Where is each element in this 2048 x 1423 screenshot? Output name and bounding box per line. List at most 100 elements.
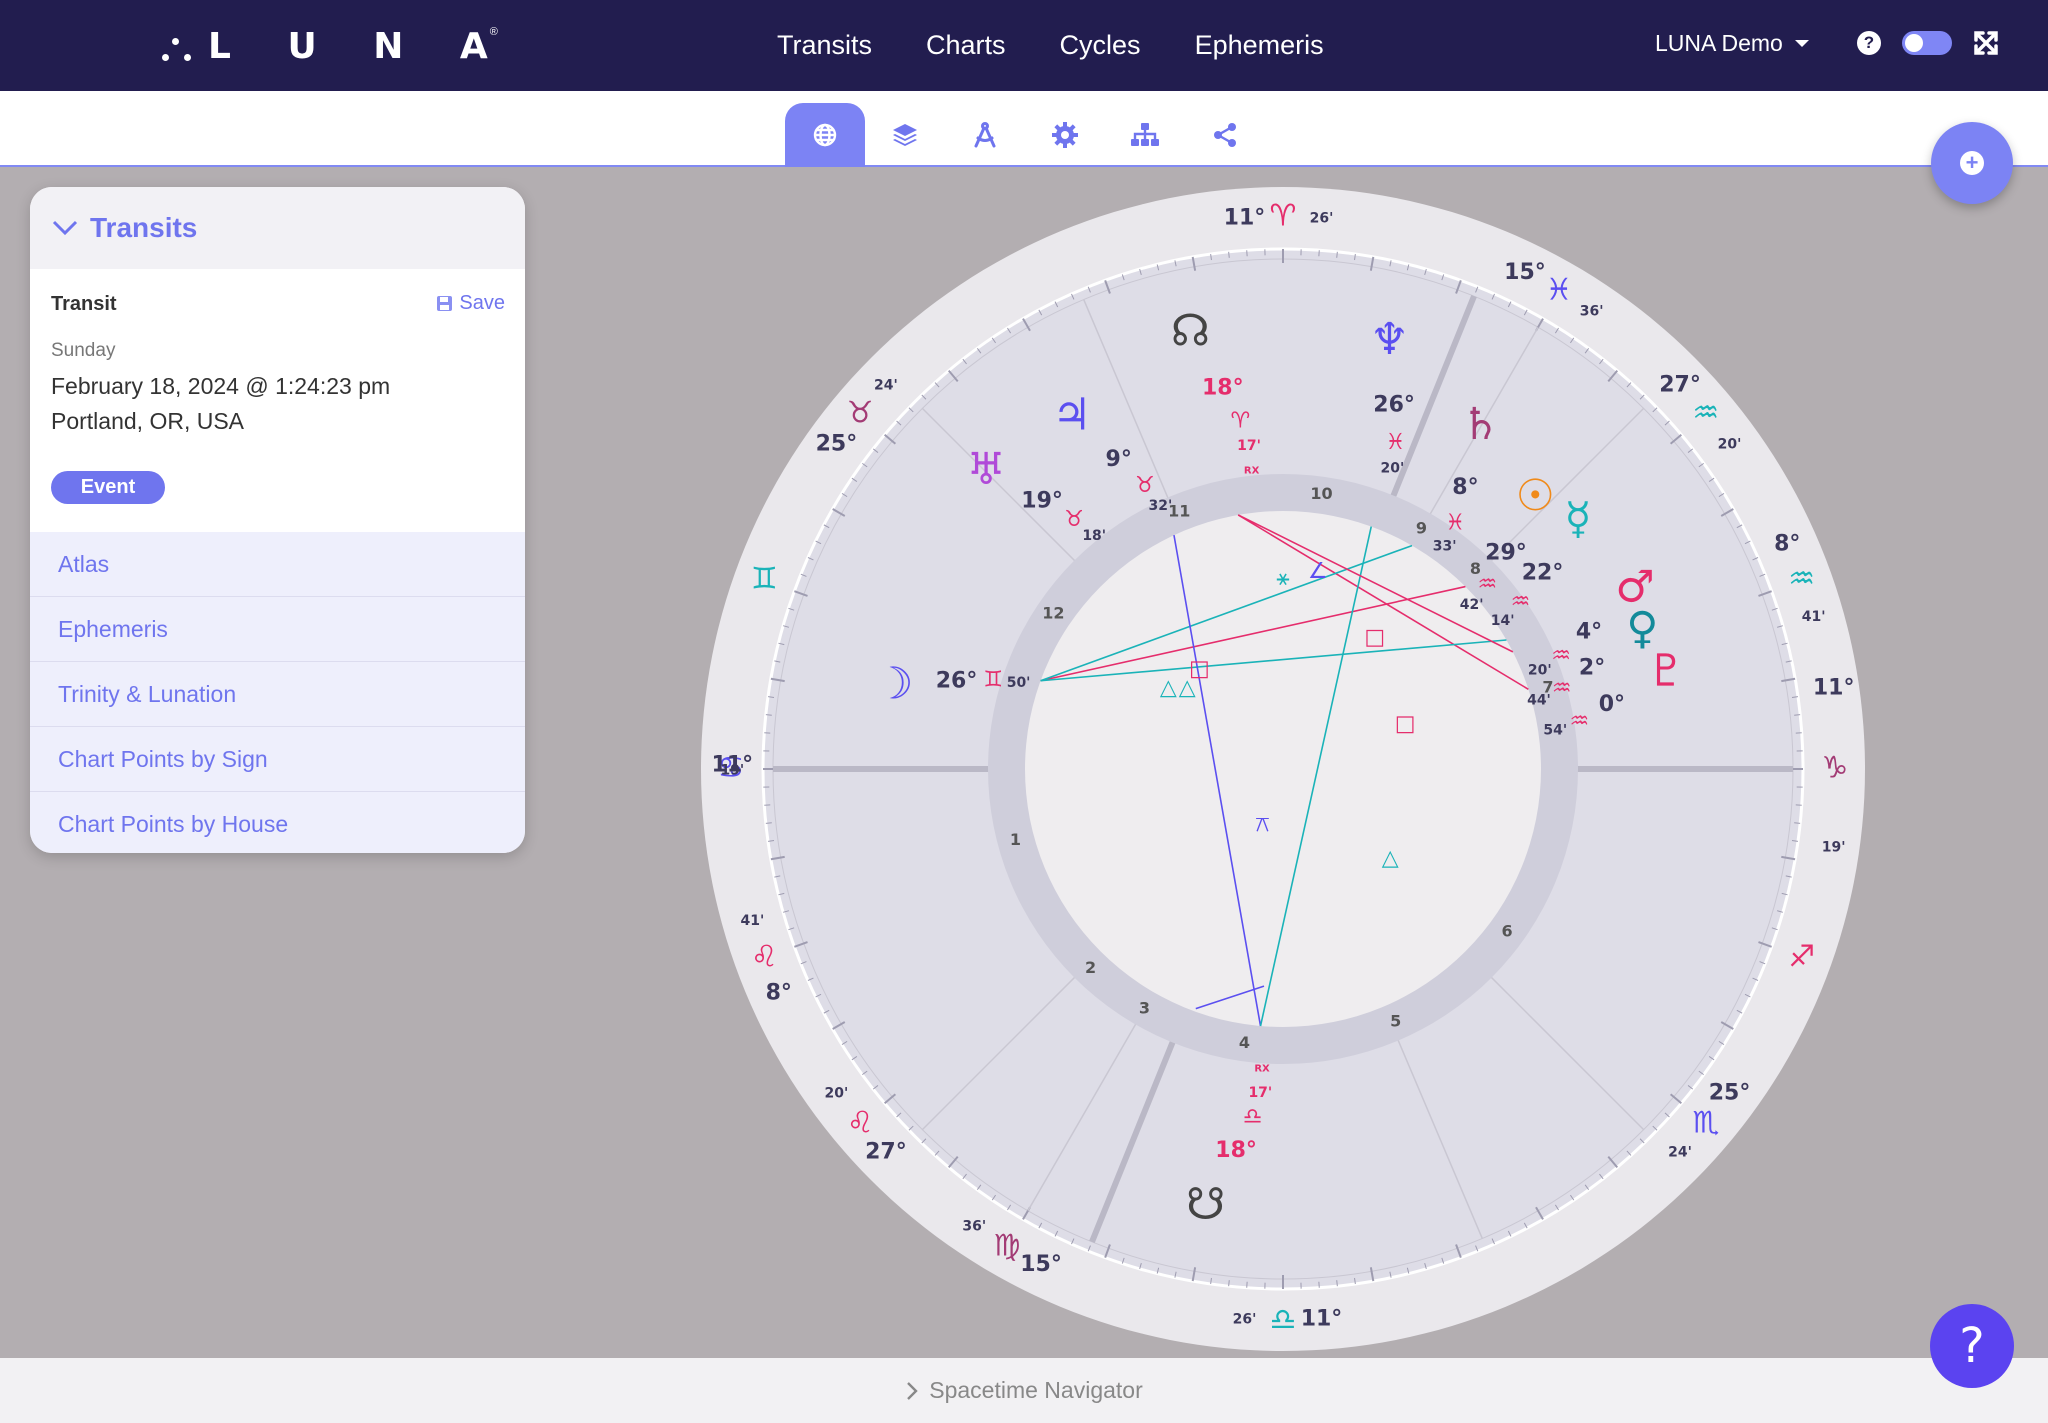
- cusp-degree: 11°: [1224, 205, 1266, 230]
- fullscreen-icon[interactable]: [1973, 30, 1999, 56]
- nav-ephemeris[interactable]: Ephemeris: [1168, 30, 1351, 61]
- cusp-minute: 26': [1310, 210, 1334, 226]
- chevron-right-icon: [907, 1381, 918, 1400]
- planet-glyph: ♄: [1461, 399, 1500, 450]
- menu-item-ephemeris[interactable]: Ephemeris: [30, 597, 525, 662]
- add-button[interactable]: +: [1931, 122, 2013, 204]
- compass-icon[interactable]: [945, 103, 1025, 167]
- theme-toggle[interactable]: [1902, 31, 1952, 55]
- chevron-down-icon: [52, 220, 78, 236]
- help-button[interactable]: ?: [1930, 1304, 2014, 1388]
- cusp-sign-glyph: ♉︎: [847, 396, 874, 431]
- planet-sign: ♈︎: [1230, 409, 1250, 434]
- menu-item-trinity-lunation[interactable]: Trinity & Lunation: [30, 662, 525, 727]
- planet-retrograde: RX: [1244, 466, 1260, 477]
- event-badge[interactable]: Event: [51, 471, 165, 504]
- cusp-sign-glyph: ♏︎: [1692, 1105, 1719, 1140]
- user-name: LUNA Demo: [1655, 30, 1783, 56]
- planet-minute: 18': [1082, 528, 1106, 544]
- cusp-degree: 11°: [1813, 675, 1855, 700]
- planet-sign: ♒︎: [1551, 644, 1571, 669]
- planet-sign: ♒︎: [1511, 590, 1531, 615]
- cusp-sign-glyph: ♎︎: [1270, 1303, 1297, 1338]
- hierarchy-icon[interactable]: [1105, 103, 1185, 167]
- planet-degree: 18°: [1215, 1138, 1257, 1163]
- save-button[interactable]: Save: [436, 292, 505, 315]
- planet-degree: 19°: [1021, 488, 1063, 513]
- planet-degree: 29°: [1485, 541, 1527, 566]
- astro-chart-wheel[interactable]: 1 2 3 4 5 6 7 8 9 10 11 12 ♈︎ 11° 26' ♓︎ 15° 36' ♒︎ 27° 20' ♒…: [700, 186, 1867, 1353]
- zodiac-tick: [765, 822, 772, 824]
- planet-glyph: ♃: [1052, 390, 1091, 441]
- nav-transits[interactable]: Transits: [750, 30, 899, 61]
- zodiac-tick: [1794, 714, 1801, 716]
- planet-glyph: ♇: [1647, 645, 1686, 696]
- cusp-degree: 8°: [766, 981, 792, 1006]
- luna-logo[interactable]: L U N A ®: [156, 22, 518, 70]
- cusp-sign-glyph: ♌︎: [751, 939, 778, 974]
- zodiac-tick: [1228, 1280, 1230, 1287]
- cusp-minute: 41': [740, 913, 764, 929]
- transit-label: Transit: [51, 293, 117, 315]
- nav-charts[interactable]: Charts: [899, 30, 1033, 61]
- panel-header[interactable]: Transits: [30, 187, 525, 269]
- planet-degree: 4°: [1576, 620, 1602, 645]
- house-number-6: 6: [1502, 921, 1513, 940]
- cusp-sign-glyph: ♒︎: [1788, 562, 1815, 597]
- house-number-3: 3: [1139, 998, 1150, 1017]
- share-icon[interactable]: [1185, 103, 1265, 167]
- cusp-minute: 41': [1802, 609, 1826, 625]
- planet-sign: ♉︎: [1135, 473, 1155, 498]
- sign-glyph-mid: ♊︎: [751, 562, 778, 597]
- planet-minute: 42': [1460, 597, 1484, 613]
- cusp-minute: 24': [874, 378, 898, 394]
- zodiac-tick: [1228, 251, 1230, 258]
- gear-icon[interactable]: [1025, 103, 1105, 167]
- planet-degree: 9°: [1106, 447, 1132, 472]
- aspect-glyph: □: [1364, 625, 1385, 650]
- planet-glyph: ☋: [1186, 1179, 1225, 1230]
- planet-minute: 20': [1381, 460, 1405, 476]
- planet-degree: 26°: [936, 669, 978, 694]
- planet-glyph: ☿: [1564, 494, 1591, 545]
- planet-degree: 22°: [1522, 560, 1564, 585]
- house-number-12: 12: [1042, 604, 1064, 623]
- save-label: Save: [459, 292, 505, 314]
- user-menu[interactable]: LUNA Demo: [1655, 30, 1809, 57]
- toggle-knob: [1905, 34, 1923, 52]
- aspect-glyph: △: [1382, 846, 1399, 871]
- spacetime-navigator-bar[interactable]: Spacetime Navigator: [0, 1358, 2048, 1423]
- cusp-degree: 11°: [1301, 1307, 1343, 1332]
- house-number-10: 10: [1310, 484, 1332, 503]
- planet-minute: 14': [1491, 613, 1515, 629]
- planet-degree: 8°: [1452, 475, 1478, 500]
- main-nav: Transits Charts Cycles Ephemeris: [750, 0, 1351, 91]
- spacetime-navigator-label: Spacetime Navigator: [929, 1377, 1143, 1403]
- nav-cycles[interactable]: Cycles: [1033, 30, 1168, 61]
- help-icon[interactable]: ?: [1857, 31, 1881, 55]
- cusp-minute: 19': [1822, 840, 1846, 856]
- cusp-minute: 20': [1718, 437, 1742, 453]
- house-number-9: 9: [1416, 519, 1427, 538]
- cusp-minute: 24': [1668, 1144, 1692, 1160]
- zodiac-tick: [765, 714, 772, 716]
- globe-icon[interactable]: [785, 103, 865, 167]
- panel-title: Transits: [90, 212, 198, 243]
- transit-datetime: February 18, 2024 @ 1:24:23 pm: [51, 373, 391, 399]
- menu-item-atlas[interactable]: Atlas: [30, 532, 525, 597]
- planet-glyph: ☊: [1171, 306, 1210, 357]
- menu-item-chart-points-by-sign[interactable]: Chart Points by Sign: [30, 727, 525, 792]
- cusp-sign-glyph: ♑︎: [1822, 751, 1849, 786]
- cusp-sign-glyph: ♌︎: [847, 1105, 874, 1140]
- transit-day: Sunday: [51, 340, 116, 361]
- layers-icon[interactable]: [865, 103, 945, 167]
- cusp-minute: 19': [720, 762, 744, 778]
- house-number-5: 5: [1390, 1012, 1401, 1031]
- aspect-glyph: ⚹: [1276, 566, 1289, 591]
- house-number-4: 4: [1239, 1033, 1250, 1052]
- planet-minute: 50': [1007, 675, 1031, 691]
- menu-item-chart-points-by-house[interactable]: Chart Points by House: [30, 792, 525, 853]
- planet-retrograde: RX: [1254, 1063, 1270, 1074]
- chart-toolbar: [0, 91, 2048, 167]
- planet-glyph: ♅: [966, 444, 1005, 495]
